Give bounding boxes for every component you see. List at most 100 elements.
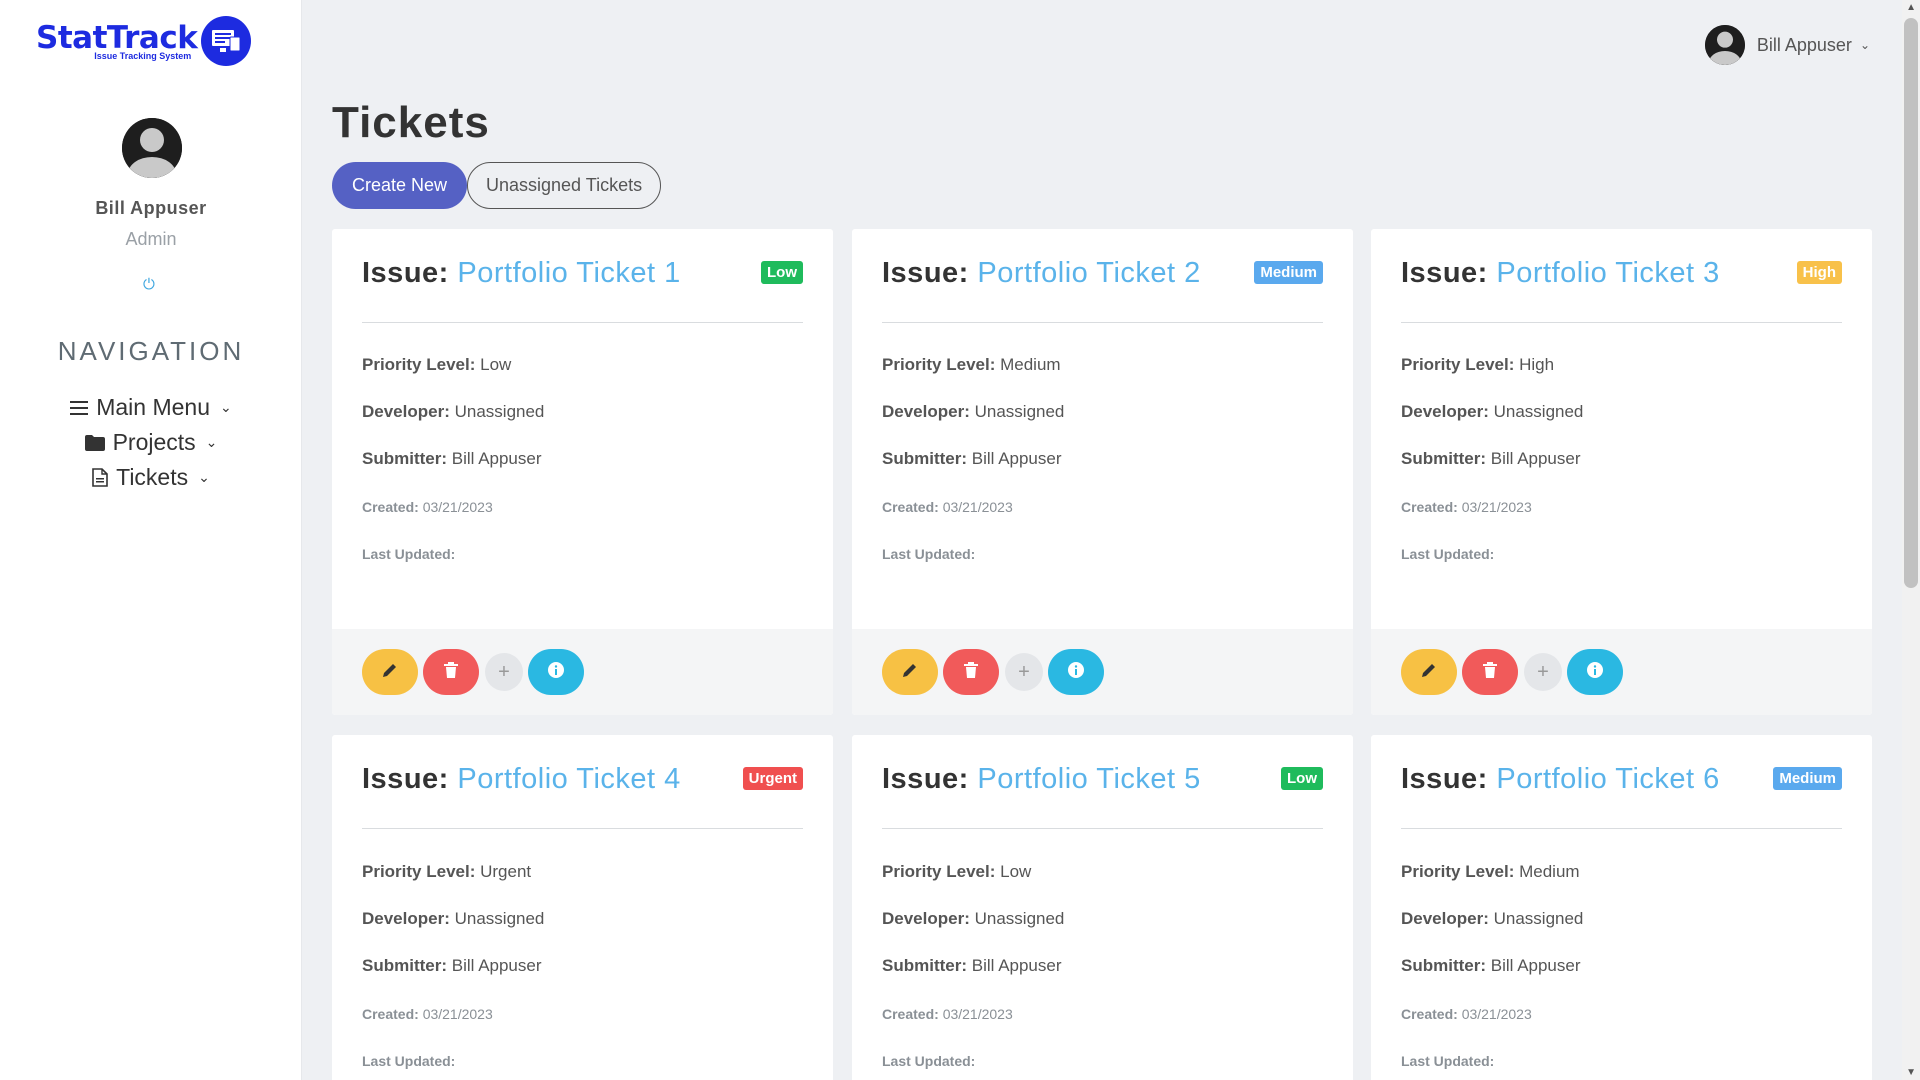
ticket-card: Issue: Portfolio Ticket 3 High Priority … bbox=[1371, 229, 1872, 715]
created-value: 03/21/2023 bbox=[422, 499, 493, 515]
ticket-link[interactable]: Portfolio Ticket 3 bbox=[1496, 257, 1719, 289]
card-actions: + bbox=[332, 629, 833, 715]
developer-value: Unassigned bbox=[454, 909, 545, 928]
plus-icon: + bbox=[498, 660, 510, 683]
created-value: 03/21/2023 bbox=[422, 1006, 493, 1022]
power-icon[interactable]: ⏻ bbox=[143, 276, 155, 293]
info-button[interactable] bbox=[528, 649, 584, 695]
edit-button[interactable] bbox=[362, 649, 418, 695]
add-button[interactable]: + bbox=[485, 653, 523, 691]
info-button[interactable] bbox=[1567, 649, 1623, 695]
ticket-link[interactable]: Portfolio Ticket 5 bbox=[977, 763, 1200, 795]
created-field: Created: 03/21/2023 bbox=[1401, 1006, 1532, 1022]
divider bbox=[362, 322, 803, 323]
delete-button[interactable] bbox=[423, 649, 479, 695]
priority-value: Low bbox=[1000, 862, 1032, 881]
edit-button[interactable] bbox=[1401, 649, 1457, 695]
issue-label: Issue: bbox=[882, 763, 969, 795]
developer-value: Unassigned bbox=[454, 402, 545, 421]
developer-value: Unassigned bbox=[974, 909, 1065, 928]
ticket-title: Issue: Portfolio Ticket 5 bbox=[882, 763, 1323, 796]
folder-icon bbox=[84, 434, 105, 451]
created-field: Created: 03/21/2023 bbox=[882, 499, 1013, 515]
submitter-value: Bill Appuser bbox=[971, 956, 1062, 975]
divider bbox=[1401, 828, 1842, 829]
scrollbar-thumb[interactable] bbox=[1904, 18, 1918, 588]
developer-field: Developer: Unassigned bbox=[882, 402, 1065, 421]
avatar bbox=[1704, 25, 1745, 65]
trash-icon bbox=[443, 661, 459, 684]
sidebar-item-main-menu[interactable]: Main Menu ⌄ bbox=[0, 390, 302, 425]
updated-field: Last Updated: bbox=[882, 546, 976, 562]
divider bbox=[362, 828, 803, 829]
updated-field: Last Updated: bbox=[1401, 1053, 1495, 1069]
updated-field: Last Updated: bbox=[1401, 546, 1495, 562]
divider bbox=[882, 828, 1323, 829]
avatar[interactable] bbox=[122, 118, 182, 178]
created-field: Created: 03/21/2023 bbox=[882, 1006, 1013, 1022]
priority-badge: Medium bbox=[1773, 767, 1842, 790]
delete-button[interactable] bbox=[943, 649, 999, 695]
priority-field: Priority Level: Urgent bbox=[362, 862, 532, 881]
card-actions: + bbox=[852, 629, 1353, 715]
scrollbar[interactable]: ▲ ▼ bbox=[1902, 0, 1920, 1080]
priority-field: Priority Level: Medium bbox=[882, 355, 1061, 374]
created-value: 03/21/2023 bbox=[942, 1006, 1013, 1022]
priority-field: Priority Level: Low bbox=[882, 862, 1032, 881]
sidebar-item-label: Projects bbox=[112, 429, 196, 455]
unassigned-tickets-button[interactable]: Unassigned Tickets bbox=[467, 162, 662, 209]
page-title: Tickets bbox=[332, 98, 490, 147]
add-button[interactable]: + bbox=[1524, 653, 1562, 691]
developer-field: Developer: Unassigned bbox=[882, 909, 1065, 928]
chevron-down-icon: ⌄ bbox=[205, 434, 218, 450]
sidebar-user-role: Admin bbox=[125, 229, 177, 249]
ticket-link[interactable]: Portfolio Ticket 1 bbox=[457, 257, 680, 289]
priority-badge: Urgent bbox=[742, 767, 803, 790]
priority-badge: Low bbox=[761, 261, 803, 284]
submitter-field: Submitter: Bill Appuser bbox=[362, 449, 542, 468]
issue-label: Issue: bbox=[1401, 763, 1488, 795]
developer-value: Unassigned bbox=[1493, 909, 1584, 928]
submitter-value: Bill Appuser bbox=[971, 449, 1062, 468]
issue-label: Issue: bbox=[1401, 257, 1488, 289]
ticket-link[interactable]: Portfolio Ticket 2 bbox=[977, 257, 1200, 289]
ticket-title: Issue: Portfolio Ticket 3 bbox=[1401, 257, 1842, 290]
developer-field: Developer: Unassigned bbox=[362, 402, 545, 421]
ticket-card: Issue: Portfolio Ticket 6 Medium Priorit… bbox=[1371, 735, 1872, 1080]
app-logo[interactable]: StatTrack Issue Tracking System bbox=[36, 16, 252, 66]
nav-title: NAVIGATION bbox=[57, 336, 245, 366]
logo-subtitle: Issue Tracking System bbox=[94, 50, 192, 61]
header-user-name: Bill Appuser bbox=[1756, 34, 1852, 55]
edit-button[interactable] bbox=[882, 649, 938, 695]
scroll-up-icon[interactable]: ▲ bbox=[1906, 2, 1916, 13]
priority-value: Medium bbox=[1000, 355, 1061, 374]
sidebar: StatTrack Issue Tracking System Bill App… bbox=[0, 0, 302, 1080]
sidebar-item-projects[interactable]: Projects ⌄ bbox=[0, 425, 302, 460]
pencil-icon bbox=[901, 661, 919, 684]
ticket-link[interactable]: Portfolio Ticket 4 bbox=[457, 763, 680, 795]
create-new-button[interactable]: Create New bbox=[332, 162, 468, 209]
issue-label: Issue: bbox=[362, 257, 449, 289]
info-button[interactable] bbox=[1048, 649, 1104, 695]
plus-icon: + bbox=[1018, 660, 1030, 683]
ticket-title: Issue: Portfolio Ticket 1 bbox=[362, 257, 803, 290]
chevron-down-icon: ⌄ bbox=[220, 399, 232, 415]
add-button[interactable]: + bbox=[1005, 653, 1043, 691]
trash-icon bbox=[963, 661, 979, 684]
ticket-link[interactable]: Portfolio Ticket 6 bbox=[1496, 763, 1719, 795]
submitter-field: Submitter: Bill Appuser bbox=[362, 956, 542, 975]
plus-icon: + bbox=[1537, 660, 1549, 683]
hamburger-icon bbox=[70, 400, 89, 415]
sidebar-item-tickets[interactable]: Tickets ⌄ bbox=[0, 460, 302, 495]
issue-label: Issue: bbox=[362, 763, 449, 795]
priority-badge: Low bbox=[1281, 767, 1323, 790]
user-menu[interactable]: Bill Appuser ⌄ bbox=[1704, 25, 1870, 65]
created-value: 03/21/2023 bbox=[942, 499, 1013, 515]
submitter-value: Bill Appuser bbox=[451, 449, 542, 468]
submitter-field: Submitter: Bill Appuser bbox=[1401, 956, 1581, 975]
scroll-down-icon[interactable]: ▼ bbox=[1906, 1067, 1916, 1078]
ticket-card: Issue: Portfolio Ticket 2 Medium Priorit… bbox=[852, 229, 1353, 715]
chevron-down-icon: ⌄ bbox=[198, 469, 210, 485]
delete-button[interactable] bbox=[1462, 649, 1518, 695]
created-field: Created: 03/21/2023 bbox=[362, 1006, 493, 1022]
